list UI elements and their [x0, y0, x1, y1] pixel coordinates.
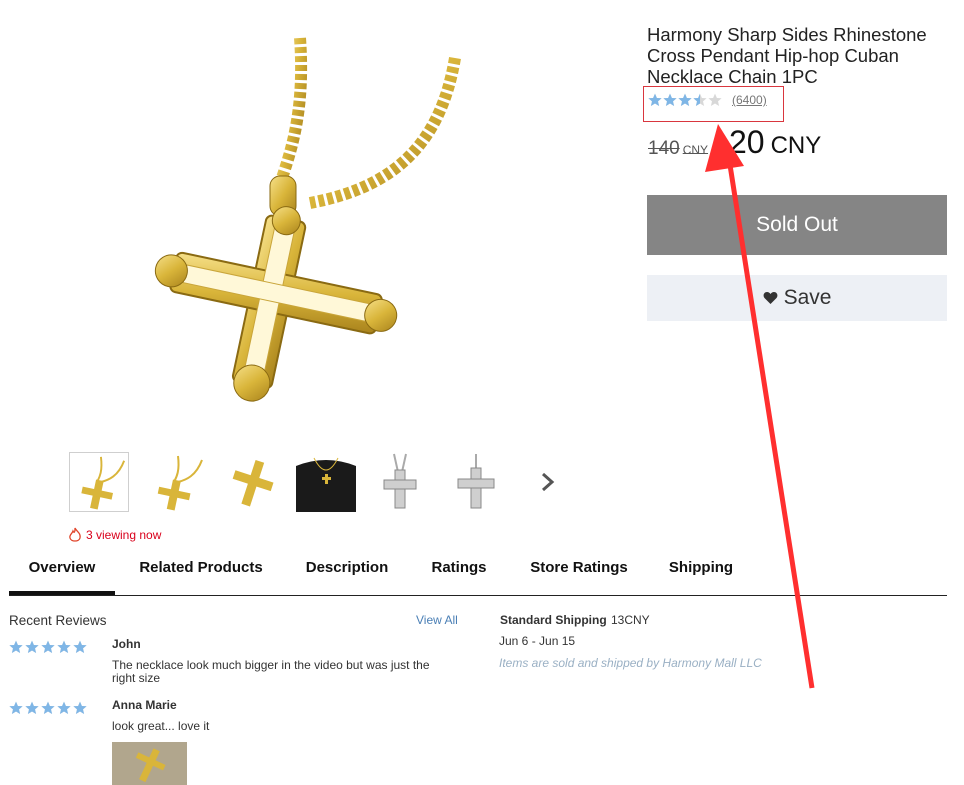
review-text: look great... love it: [112, 719, 210, 733]
shipping-dates: Jun 6 - Jun 15: [499, 634, 576, 648]
shipping-note: Items are sold and shipped by Harmony Ma…: [499, 656, 762, 670]
tab-store-ratings[interactable]: Store Ratings: [521, 553, 637, 595]
review-text: The necklace look much bigger in the vid…: [112, 658, 430, 685]
recent-reviews-title: Recent Reviews: [9, 613, 107, 628]
annotation-highlight-box: [643, 86, 784, 122]
star-icon: [25, 701, 39, 714]
star-icon: [25, 640, 39, 653]
original-price-currency: CNY: [682, 143, 709, 157]
sale-price: 20 CNY: [729, 124, 821, 161]
star-icon: [57, 701, 71, 714]
viewing-now-indicator: 3 viewing now: [68, 527, 161, 543]
thumbnail-1[interactable]: [69, 452, 129, 512]
original-price: 140 CNY: [648, 138, 708, 160]
tab-shipping[interactable]: Shipping: [663, 553, 739, 595]
viewing-now-text: 3 viewing now: [86, 528, 162, 542]
star-icon: [73, 701, 87, 714]
star-icon: [57, 640, 71, 653]
shipping-price: 13CNY: [611, 613, 650, 627]
review-stars: [9, 701, 87, 715]
tab-overview[interactable]: Overview: [9, 553, 115, 595]
star-icon: [9, 640, 23, 653]
star-icon: [41, 701, 55, 714]
product-title: Harmony Sharp Sides Rhinestone Cross Pen…: [647, 24, 927, 87]
thumbnail-2[interactable]: [146, 452, 206, 512]
review-stars: [9, 640, 87, 654]
fire-icon: [69, 527, 81, 542]
save-label: Save: [783, 286, 832, 309]
star-icon: [73, 640, 87, 653]
sale-price-currency: CNY: [770, 132, 822, 159]
tab-related-products[interactable]: Related Products: [131, 553, 271, 595]
review-photo[interactable]: [112, 742, 187, 785]
save-button[interactable]: Save: [647, 275, 947, 321]
thumbnail-5[interactable]: [370, 452, 430, 512]
star-icon: [9, 701, 23, 714]
sale-price-value: 20: [729, 124, 765, 160]
thumbnail-4[interactable]: [296, 452, 356, 512]
reviewer-name: Anna Marie: [112, 698, 177, 712]
tab-description[interactable]: Description: [299, 553, 395, 595]
sold-out-button[interactable]: Sold Out: [647, 195, 947, 255]
product-tabs: Overview Related Products Description Ra…: [9, 553, 947, 596]
view-all-link[interactable]: View All: [416, 613, 458, 627]
reviewer-name: John: [112, 637, 141, 651]
heart-icon: [763, 292, 777, 304]
main-product-image[interactable]: [110, 28, 470, 408]
original-price-value: 140: [648, 138, 680, 159]
thumbnail-3[interactable]: [222, 452, 282, 512]
tab-ratings[interactable]: Ratings: [423, 553, 495, 595]
shipping-method: Standard Shipping: [500, 613, 607, 627]
chevron-right-icon[interactable]: [538, 470, 558, 494]
thumbnail-6[interactable]: [446, 452, 506, 512]
star-icon: [41, 640, 55, 653]
